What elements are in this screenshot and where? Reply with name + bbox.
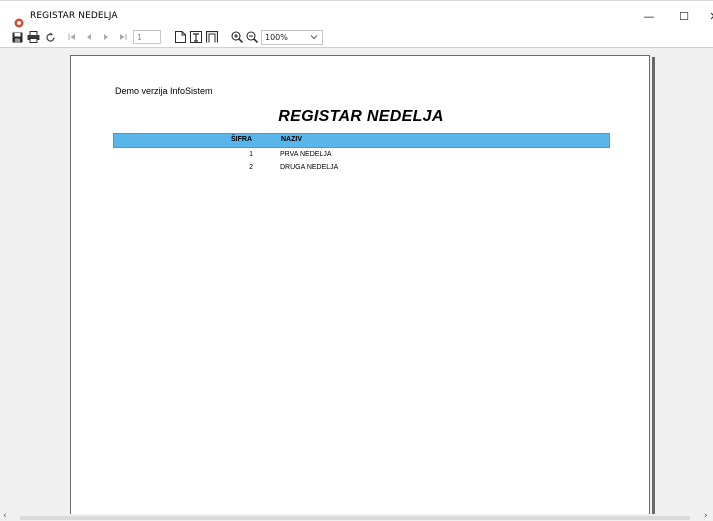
column-header-sifra: ŠIFRA bbox=[231, 136, 252, 143]
previous-page-icon[interactable] bbox=[84, 30, 94, 44]
next-page-icon[interactable] bbox=[101, 30, 111, 44]
whole-page-icon[interactable] bbox=[205, 30, 219, 44]
demo-notice: Demo verzija InfoSistem bbox=[115, 86, 213, 96]
print-icon[interactable] bbox=[26, 30, 41, 44]
scroll-left-icon[interactable]: ‹ bbox=[3, 511, 7, 521]
scrollbar-thumb[interactable] bbox=[20, 516, 690, 520]
report-preview-window: REGISTAR NEDELJA — ☐ ✕ bbox=[0, 0, 713, 521]
chevron-down-icon bbox=[310, 32, 318, 43]
zoom-in-icon[interactable] bbox=[230, 30, 244, 44]
preview-toolbar: 1 100% bbox=[0, 29, 713, 47]
page-number-input[interactable]: 1 bbox=[133, 30, 161, 44]
report-page: Demo verzija InfoSistem REGISTAR NEDELJA… bbox=[70, 55, 650, 521]
save-icon[interactable] bbox=[10, 30, 24, 44]
refresh-icon[interactable] bbox=[44, 30, 57, 44]
cell-naziv: DRUGA NEDELJA bbox=[280, 164, 339, 171]
close-button[interactable]: ✕ bbox=[700, 5, 713, 29]
app-icon bbox=[14, 13, 24, 28]
maximize-button[interactable]: ☐ bbox=[670, 5, 698, 29]
last-page-icon[interactable] bbox=[118, 30, 128, 44]
window-title: REGISTAR NEDELJA bbox=[30, 11, 118, 21]
first-page-icon[interactable] bbox=[67, 30, 77, 44]
table-row: 2 DRUGA NEDELJA bbox=[113, 164, 610, 175]
page-width-icon[interactable] bbox=[189, 30, 203, 44]
horizontal-scrollbar[interactable]: ‹ › bbox=[0, 511, 713, 521]
single-page-icon[interactable] bbox=[173, 30, 187, 44]
table-row: 1 PRVA NEDELJA bbox=[113, 151, 610, 162]
zoom-value: 100% bbox=[265, 33, 288, 42]
report-title: REGISTAR NEDELJA bbox=[278, 108, 444, 125]
cell-sifra: 1 bbox=[249, 151, 253, 158]
page-shadow bbox=[652, 57, 655, 517]
minimize-button[interactable]: — bbox=[635, 5, 663, 29]
zoom-out-icon[interactable] bbox=[245, 30, 259, 44]
cell-sifra: 2 bbox=[249, 164, 253, 171]
column-header-naziv: NAZIV bbox=[281, 136, 302, 143]
zoom-select[interactable]: 100% bbox=[261, 30, 323, 45]
scroll-right-icon[interactable]: › bbox=[704, 511, 708, 521]
table-header: ŠIFRA NAZIV bbox=[113, 133, 610, 148]
cell-naziv: PRVA NEDELJA bbox=[280, 151, 332, 158]
